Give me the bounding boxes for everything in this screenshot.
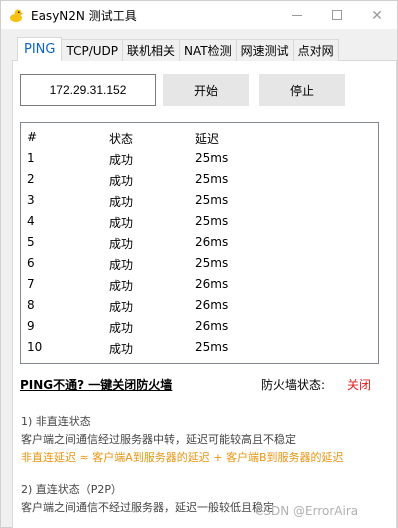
row-index: 1 xyxy=(27,151,35,165)
row-index: 3 xyxy=(27,193,35,207)
start-button[interactable]: 开始 xyxy=(163,74,249,106)
row-delay: 25ms xyxy=(195,151,229,165)
row-index: 4 xyxy=(27,214,35,228)
tab-strip: PING TCP/UDP 联机相关 NAT检测 网速测试 点对网 xyxy=(17,37,339,61)
maximize-icon xyxy=(332,10,342,20)
list-item[interactable]: 8 成功 26ms xyxy=(21,295,378,316)
row-status: 成功 xyxy=(109,216,134,230)
list-item[interactable]: 10 成功 25ms xyxy=(21,337,378,358)
row-delay: 26ms xyxy=(195,298,229,312)
row-index: 8 xyxy=(27,298,35,312)
row-index: 2 xyxy=(27,172,35,186)
list-item[interactable]: 3 成功 25ms xyxy=(21,190,378,211)
ip-address-input[interactable] xyxy=(20,74,156,106)
tab-online-related[interactable]: 联机相关 xyxy=(122,39,181,61)
info-heading-relay: 1) 非直连状态 xyxy=(21,415,91,428)
row-status: 成功 xyxy=(109,153,134,167)
title-bar[interactable]: EasyN2N 测试工具 ✕ xyxy=(1,1,397,29)
minimize-button[interactable] xyxy=(277,1,317,29)
row-delay: 25ms xyxy=(195,340,229,354)
row-delay: 26ms xyxy=(195,235,229,249)
maximize-button[interactable] xyxy=(317,1,357,29)
row-delay: 25ms xyxy=(195,172,229,186)
tab-ping[interactable]: PING xyxy=(17,37,63,61)
row-delay: 26ms xyxy=(195,319,229,333)
row-delay: 25ms xyxy=(195,256,229,270)
list-item[interactable]: 2 成功 25ms xyxy=(21,169,378,190)
header-index: # xyxy=(27,130,38,144)
firewall-status-label: 防火墙状态: xyxy=(261,378,326,392)
row-status: 成功 xyxy=(109,195,134,209)
info-relay-formula: 非直连延迟 ≈ 客户端A到服务器的延迟 + 客户端B到服务器的延迟 xyxy=(21,451,344,464)
duck-icon xyxy=(8,7,24,23)
header-status: 状态 xyxy=(109,132,134,146)
info-heading-direct: 2) 直连状态（P2P） xyxy=(21,483,123,496)
row-index: 6 xyxy=(27,256,35,270)
disable-firewall-link[interactable]: PING不通? 一键关闭防火墙 xyxy=(20,376,172,393)
minimize-icon xyxy=(292,14,302,16)
row-index: 9 xyxy=(27,319,35,333)
row-delay: 25ms xyxy=(195,193,229,207)
list-header: # 状态 延迟 xyxy=(21,127,378,148)
list-item[interactable]: 5 成功 26ms xyxy=(21,232,378,253)
row-delay: 26ms xyxy=(195,277,229,291)
info-direct-description: 客户端之间通信不经过服务器，延迟一般较低且稳定 xyxy=(21,501,274,514)
app-window: EasyN2N 测试工具 ✕ PING TCP/UDP 联机相关 NAT检测 网… xyxy=(0,0,398,528)
ping-results-list[interactable]: # 状态 延迟 1 成功 25ms 2 成功 25ms 3 成功 25ms 4 … xyxy=(20,122,379,364)
row-delay: 25ms xyxy=(195,214,229,228)
list-item[interactable]: 6 成功 25ms xyxy=(21,253,378,274)
row-index: 5 xyxy=(27,235,35,249)
row-status: 成功 xyxy=(109,279,134,293)
tab-tcp-udp[interactable]: TCP/UDP xyxy=(61,39,124,61)
header-delay: 延迟 xyxy=(195,132,220,146)
close-icon: ✕ xyxy=(371,6,383,23)
list-item[interactable]: 4 成功 25ms xyxy=(21,211,378,232)
stop-button[interactable]: 停止 xyxy=(259,74,345,106)
window-title: EasyN2N 测试工具 xyxy=(31,9,137,23)
row-status: 成功 xyxy=(109,342,134,356)
row-index: 10 xyxy=(27,340,43,354)
row-status: 成功 xyxy=(109,237,134,251)
firewall-status-value: 关闭 xyxy=(347,378,372,392)
row-status: 成功 xyxy=(109,174,134,188)
tab-point-to-network[interactable]: 点对网 xyxy=(292,39,339,61)
row-status: 成功 xyxy=(109,321,134,335)
info-relay-description: 客户端之间通信经过服务器中转，延迟可能较高且不稳定 xyxy=(21,433,296,446)
list-item[interactable]: 1 成功 25ms xyxy=(21,148,378,169)
row-status: 成功 xyxy=(109,258,134,272)
list-item[interactable]: 7 成功 26ms xyxy=(21,274,378,295)
tab-speed-test[interactable]: 网速测试 xyxy=(235,39,294,61)
watermark: CSDN @ErrorAira xyxy=(255,504,359,518)
list-item[interactable]: 9 成功 26ms xyxy=(21,316,378,337)
row-status: 成功 xyxy=(109,300,134,314)
close-button[interactable]: ✕ xyxy=(357,1,397,29)
tab-nat-detect[interactable]: NAT检测 xyxy=(179,39,237,61)
row-index: 7 xyxy=(27,277,35,291)
